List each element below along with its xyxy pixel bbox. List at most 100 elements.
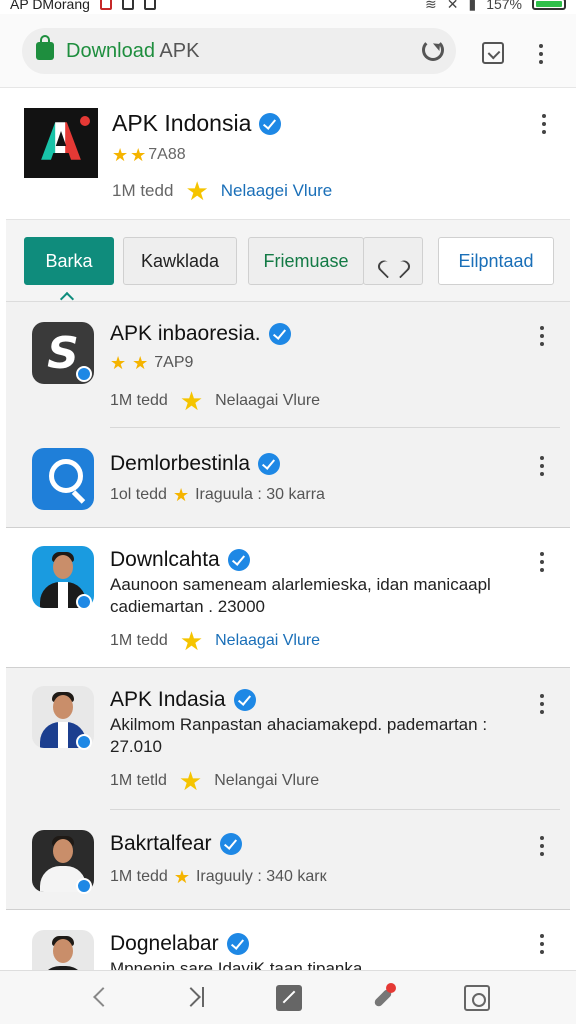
tab-kawklada[interactable]: Kawklada <box>123 237 237 285</box>
bottom-navigation <box>0 970 576 1024</box>
category-tabs: Barka Kawklada Friemuase Eilpntaad <box>6 220 570 307</box>
notification-icon <box>99 0 112 10</box>
more-options-icon[interactable] <box>540 694 544 714</box>
list-item-description: Akilmom Ranpastan ahaciamakepd. pademart… <box>110 715 488 756</box>
installs-count: 1ol tedd <box>110 486 167 503</box>
app-list: S APK inbaoresia. ★ ★ 7AP9 1M tedd ★ Nelaaga… <box>6 302 570 970</box>
star-icon: ★ <box>179 626 204 656</box>
badge-icon <box>76 878 92 894</box>
more-options-icon[interactable] <box>539 44 543 64</box>
installs-count: 1M tedd <box>110 868 168 885</box>
app-icon-glyph: S <box>47 327 79 379</box>
list-item-title-text: Dognelabar <box>110 932 219 955</box>
avatar-shirt <box>58 582 68 608</box>
screenshot-icon[interactable] <box>464 985 490 1011</box>
verified-icon <box>259 112 282 135</box>
tab-friemuase[interactable]: Friemuase <box>248 237 364 285</box>
signal-icon: ▮ <box>468 0 477 12</box>
list-item-title: APK Indasia <box>110 688 256 712</box>
list-item-rating: ★ ★ 7AP9 <box>110 354 193 372</box>
installs-count: 1M tedd <box>112 181 174 200</box>
address-bar[interactable]: Download APK <box>22 28 456 74</box>
app-header: A APK Indonsia ★ ★ 7A88 1M tedd ★ Nelaag… <box>6 88 570 220</box>
list-item[interactable]: Demlorbestinla 1ol tedd ★ Iraguula : 30 ka… <box>6 428 570 528</box>
rating-value: 7AP9 <box>154 354 194 371</box>
heart-icon <box>384 253 402 269</box>
url-text[interactable]: Download APK <box>66 40 199 63</box>
list-item[interactable]: Bakrtalfear 1M tedd ★ Iraguuly : 340 karк <box>6 810 570 910</box>
list-item-link[interactable]: Nelangai Vlure <box>214 772 319 790</box>
badge-icon <box>76 594 92 610</box>
pen-icon[interactable] <box>370 983 396 1011</box>
list-item-title-text: APK inbaoresia. <box>110 322 261 345</box>
badge-icon <box>76 366 92 382</box>
list-item[interactable]: S APK inbaoresia. ★ ★ 7AP9 1M tedd ★ Nelaaga… <box>6 302 570 428</box>
avatar-head <box>53 555 73 579</box>
list-item-meta: 1M tedd ★ Iraguuly : 340 karк <box>110 868 327 886</box>
app-title-text: APK Indonsia <box>112 110 252 136</box>
avatar-head <box>53 839 73 863</box>
wifi-icon: ≋ <box>425 0 437 12</box>
list-item-meta: 1M tetld ★ Nelangai Vlure <box>110 768 319 794</box>
installs-count: 1M tetld <box>110 772 167 789</box>
forward-icon[interactable] <box>184 985 210 1011</box>
tab-label: Kawklada <box>140 250 220 271</box>
tab-barka[interactable]: Barka <box>24 237 114 285</box>
more-options-icon[interactable] <box>542 114 546 134</box>
verified-icon <box>227 549 250 571</box>
list-item-extra: Iraguula : 30 karra <box>195 486 325 503</box>
tab-label: Barka <box>45 250 93 271</box>
star-icon: ★ <box>178 766 203 796</box>
star-icon: ★ <box>185 176 209 206</box>
more-options-icon[interactable] <box>540 836 544 856</box>
star-icon: ★ <box>132 353 149 373</box>
list-item-link[interactable]: Nelaagai Vlure <box>215 392 320 410</box>
battery-icon <box>532 0 566 10</box>
logo-glyph: A <box>40 113 82 173</box>
more-options-icon[interactable] <box>540 552 544 572</box>
list-item-title: Dognelabar <box>110 932 249 956</box>
more-options-icon[interactable] <box>540 934 544 954</box>
logo-dot <box>80 116 90 126</box>
verified-icon <box>219 833 242 855</box>
list-item[interactable]: APK Indasia Akilmom Ranpastan ahaciamake… <box>6 668 570 810</box>
star-icon: ★ <box>110 353 127 373</box>
more-options-icon[interactable] <box>540 456 544 476</box>
list-item[interactable]: Downlcahta Aaunoon sameneam alarlemieska… <box>6 528 570 668</box>
rating-value: 7A88 <box>148 146 186 163</box>
installs-count: 1M tedd <box>110 392 168 409</box>
notification-icon <box>121 0 134 10</box>
app-meta: 1M tedd ★ Nelaagei Vlure <box>112 178 332 204</box>
lock-icon <box>36 35 54 60</box>
tab-label: Friemuase <box>263 250 349 271</box>
app-link[interactable]: Nelaagei Vlure <box>221 181 333 201</box>
list-item-meta: 1M tedd ★ Nelaagai Vlure <box>110 628 320 654</box>
list-item-title: APK inbaoresia. <box>110 322 291 346</box>
verified-icon <box>233 689 256 711</box>
more-options-icon[interactable] <box>540 326 544 346</box>
favorite-button[interactable] <box>363 237 423 285</box>
list-item-meta: 1ol tedd ★ Iraguula : 30 karra <box>110 486 325 504</box>
list-item-title-text: APK Indasia <box>110 688 226 711</box>
star-icon: ★ <box>179 386 204 416</box>
list-item-description: Aaunoon sameneam alarlemieska, idan mani… <box>110 575 491 616</box>
browser-screen: AP DMorang ≋ ✕ ▮ 157% Download APK A APK… <box>0 0 576 1024</box>
url-prefix: Download <box>66 39 155 62</box>
mute-icon: ✕ <box>446 0 459 12</box>
list-item-title: Downlcahta <box>110 548 250 572</box>
list-item-description: Mpnenin sare IdaviK taan tipanka <box>110 959 363 970</box>
tab-switcher-icon[interactable] <box>482 42 504 64</box>
avatar-shirt <box>58 722 68 748</box>
tab-eilpntaad[interactable]: Eilpntaad <box>438 237 554 285</box>
avatar-head <box>53 939 73 963</box>
browser-toolbar: Download APK <box>0 14 576 88</box>
edit-icon[interactable] <box>276 985 302 1011</box>
list-item-link[interactable]: Nelaagai Vlure <box>215 632 320 650</box>
verified-icon <box>268 323 291 345</box>
star-icon: ★ <box>172 485 190 505</box>
reload-icon[interactable] <box>422 39 444 61</box>
tab-label: Eilpntaad <box>458 250 534 271</box>
back-icon[interactable] <box>88 985 114 1011</box>
list-item-title: Bakrtalfear <box>110 832 242 856</box>
list-item[interactable]: Dognelabar Mpnenin sare IdaviK taan tipa… <box>6 910 570 970</box>
